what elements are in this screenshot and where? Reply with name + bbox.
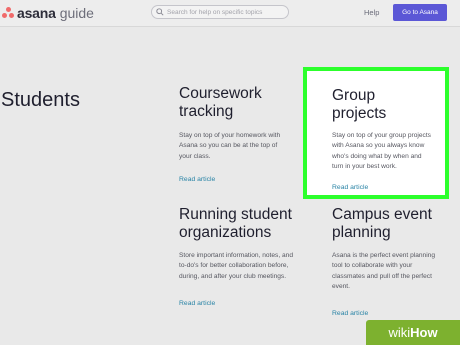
go-to-asana-button[interactable]: Go to Asana	[393, 4, 447, 21]
read-article-link[interactable]: Read article	[332, 310, 368, 317]
card-running-student-organizations: Running student organizations Store impo…	[179, 206, 294, 310]
card-coursework-tracking: Coursework tracking Stay on top of your …	[179, 85, 291, 186]
watermark-how-text: How	[410, 325, 438, 340]
search-input[interactable]	[164, 6, 287, 18]
section-title: Students	[1, 89, 80, 111]
card-title: Group projects	[332, 87, 387, 122]
help-link[interactable]: Help	[364, 8, 379, 17]
asana-guide-logo[interactable]: asana guide	[2, 4, 94, 22]
card-campus-event-planning: Campus event planning Asana is the perfe…	[332, 206, 437, 320]
read-article-link[interactable]: Read article	[179, 176, 215, 183]
card-group-projects: Group projects Stay on top of your group…	[332, 87, 432, 194]
search-icon	[156, 8, 164, 16]
card-description: Asana is the perfect event planning tool…	[332, 252, 436, 290]
search-box[interactable]	[151, 5, 289, 19]
card-title: Coursework tracking	[179, 85, 262, 120]
card-description: Store important information, notes, and …	[179, 252, 293, 280]
card-description: Stay on top of your homework with Asana …	[179, 132, 281, 160]
card-description: Stay on top of your group projects with …	[332, 132, 431, 170]
watermark-wiki-text: wiki	[388, 325, 411, 340]
asana-logo-icon	[2, 7, 14, 19]
card-title: Campus event planning	[332, 206, 432, 241]
read-article-link[interactable]: Read article	[332, 184, 368, 191]
top-navigation-bar: asana guide Help Go to Asana	[0, 0, 460, 27]
logo-brand-text: asana	[17, 5, 56, 21]
wikihow-watermark: wiki How	[366, 320, 460, 345]
card-title: Running student organizations	[179, 206, 292, 241]
logo-suffix-text: guide	[59, 5, 94, 21]
read-article-link[interactable]: Read article	[179, 300, 215, 307]
